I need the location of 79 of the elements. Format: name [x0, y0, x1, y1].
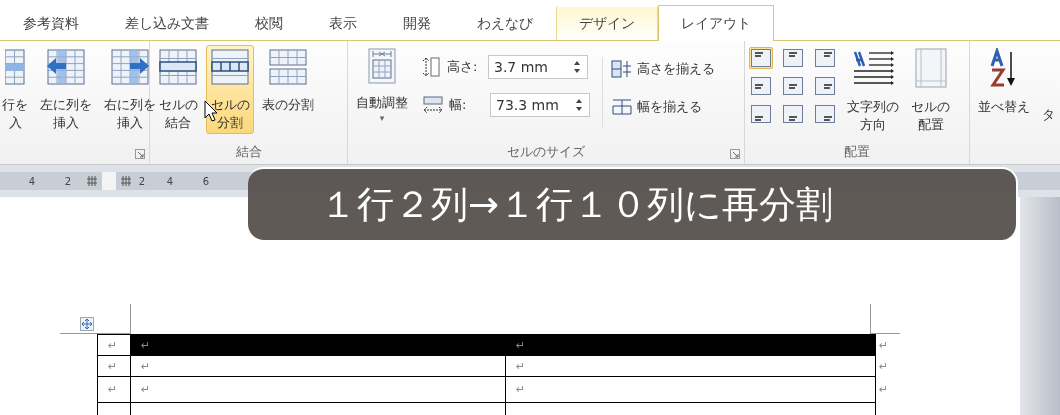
- align-icon: [751, 105, 771, 123]
- ribbon-button[interactable]: タ: [1038, 45, 1059, 127]
- paragraph-mark: ↵: [141, 384, 151, 395]
- end-of-row-mark: ↵: [879, 339, 889, 351]
- group-label: 配置: [844, 144, 870, 159]
- align-icon: [751, 49, 771, 67]
- align-icon: [783, 49, 803, 67]
- field-label: 幅:: [449, 96, 468, 115]
- ribbon-button[interactable]: セルの 配置: [907, 45, 954, 137]
- align-button[interactable]: [813, 103, 837, 125]
- merge-cells-icon: [158, 48, 198, 86]
- align-button[interactable]: [813, 47, 837, 69]
- ribbon-tab[interactable]: わえなび: [454, 6, 556, 40]
- distribute-rows-icon: [611, 59, 633, 78]
- autofit-icon: [367, 48, 397, 84]
- align-icon: [783, 105, 803, 123]
- field-label: 高さ:: [447, 58, 479, 77]
- group-label: セルのサイズ: [507, 144, 585, 159]
- ribbon-tab[interactable]: 差し込み文書: [102, 6, 232, 40]
- caption-text: １行２列→１行１０列に再分割: [248, 167, 1018, 240]
- ribbon-button[interactable]: 表の分割: [258, 45, 318, 117]
- end-of-row-mark: ↵: [879, 360, 889, 372]
- ruler-number: 6: [201, 174, 211, 189]
- ribbon-button[interactable]: セルの 分割: [206, 45, 254, 135]
- ribbon-button[interactable]: 行を 入: [0, 45, 32, 135]
- insert-column-left-icon: [46, 48, 86, 86]
- ribbon-button[interactable]: 並べ替え: [974, 45, 1034, 119]
- ruler-indent-box: [102, 172, 116, 190]
- ruler-number: 4: [27, 174, 37, 189]
- ribbon-button[interactable]: 文字列の 方向: [843, 45, 903, 137]
- align-button[interactable]: [749, 103, 773, 125]
- group-label: 結合: [235, 144, 262, 159]
- ruler-number: 2: [137, 174, 147, 189]
- ruler-number: 2: [63, 174, 73, 189]
- end-of-row-mark: ↵: [879, 384, 889, 395]
- dialog-launcher-icon[interactable]: [135, 149, 145, 159]
- align-button[interactable]: [781, 75, 805, 97]
- table-insert-icon: [5, 48, 25, 86]
- ribbon-tab[interactable]: 表示: [306, 6, 380, 40]
- cell-margins-icon: [913, 48, 948, 88]
- align-button[interactable]: [749, 47, 773, 69]
- paragraph-mark: ↵: [108, 384, 118, 395]
- paragraph-mark: ↵: [516, 384, 526, 395]
- row-height-icon: [422, 56, 442, 78]
- table-move-handle-icon: [80, 317, 94, 331]
- align-icon: [815, 77, 835, 95]
- ruler-number: 4: [165, 174, 175, 189]
- align-button[interactable]: [749, 75, 773, 97]
- align-icon: [751, 77, 771, 95]
- align-icon: [815, 49, 835, 67]
- distribute-rows-button[interactable]: 高さを揃える: [609, 57, 717, 81]
- paragraph-mark: ↵: [516, 360, 526, 372]
- paragraph-mark: ↵: [141, 339, 151, 351]
- align-button[interactable]: [781, 47, 805, 69]
- column-width-icon: [422, 94, 444, 116]
- distribute-columns-icon: [611, 97, 633, 116]
- distribute-columns-button[interactable]: 幅を揃える: [609, 94, 717, 118]
- ribbon-tab[interactable]: デザイン: [556, 6, 658, 40]
- column-marker-icon: [120, 175, 132, 187]
- paragraph-mark: ↵: [516, 339, 526, 351]
- column-marker-icon: [86, 175, 98, 187]
- split-table-icon: [268, 48, 308, 86]
- ribbon-tab[interactable]: 開発: [380, 6, 454, 40]
- paragraph-mark: ↵: [141, 360, 151, 372]
- align-icon: [815, 105, 835, 123]
- ribbon-tab[interactable]: レイアウト: [658, 5, 774, 41]
- text-direction-icon: [851, 48, 895, 88]
- paragraph-mark: ↵: [108, 339, 118, 351]
- align-button[interactable]: [781, 103, 805, 125]
- insert-column-right-icon: [110, 48, 150, 86]
- align-icon: [783, 77, 803, 95]
- split-cells-icon: [210, 48, 250, 86]
- paragraph-mark: ↵: [108, 360, 118, 372]
- autofit-button[interactable]: 自動調整 ▾: [352, 45, 412, 127]
- ribbon-button[interactable]: 左に列を 挿入: [36, 45, 96, 135]
- ribbon-tab[interactable]: 校閲: [232, 6, 306, 40]
- dialog-launcher-icon[interactable]: [730, 149, 740, 159]
- align-button[interactable]: [813, 75, 837, 97]
- ribbon-tab[interactable]: 参考資料: [0, 6, 102, 40]
